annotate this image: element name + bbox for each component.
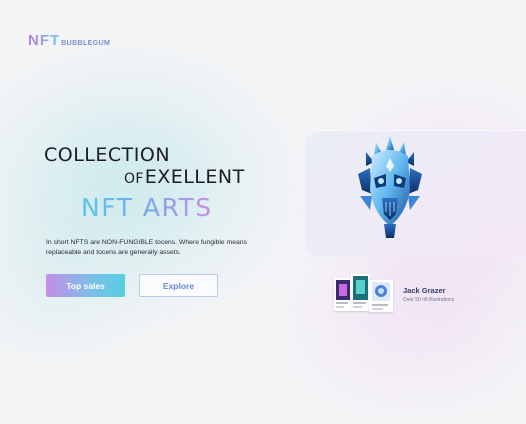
artist-subtitle: Over 50 nft illustrations — [403, 297, 455, 303]
artist-thumbnails[interactable] — [334, 274, 396, 314]
logo-sub-text: BUBBLEGUM — [61, 40, 111, 47]
landing-page: NFT BUBBLEGUM COLLECTION OF EXELLENT NFT… — [0, 0, 526, 424]
thumbnail-card-2[interactable] — [351, 274, 370, 311]
thumbnail-art-3-icon — [372, 282, 390, 310]
headline-line-1: COLLECTION — [44, 144, 171, 166]
thumbnail-card-3[interactable] — [369, 280, 393, 312]
brand-logo[interactable]: NFT BUBBLEGUM — [28, 33, 110, 48]
headline-excellent: EXELLENT — [144, 166, 245, 188]
top-sales-button[interactable]: Top sales — [46, 274, 125, 297]
headline-line-2: OF EXELLENT — [124, 168, 245, 187]
artist-name[interactable]: Jack Grazer — [403, 286, 446, 295]
thumbnail-card-1[interactable] — [334, 278, 352, 311]
headline-of: OF — [124, 171, 144, 187]
hero-description: In short NFTS are NON-FUNGIBLE tocens. W… — [46, 239, 247, 256]
explore-button[interactable]: Explore — [139, 274, 218, 297]
logo-main-text: NFT — [28, 32, 61, 49]
background-glow-pink-lower — [280, 250, 526, 400]
thumbnail-art-1-icon — [336, 280, 350, 308]
headline-nft-arts: NFT ARTS — [81, 193, 213, 222]
robot-head-illustration-icon — [358, 136, 422, 238]
thumbnail-art-2-icon — [353, 276, 368, 308]
